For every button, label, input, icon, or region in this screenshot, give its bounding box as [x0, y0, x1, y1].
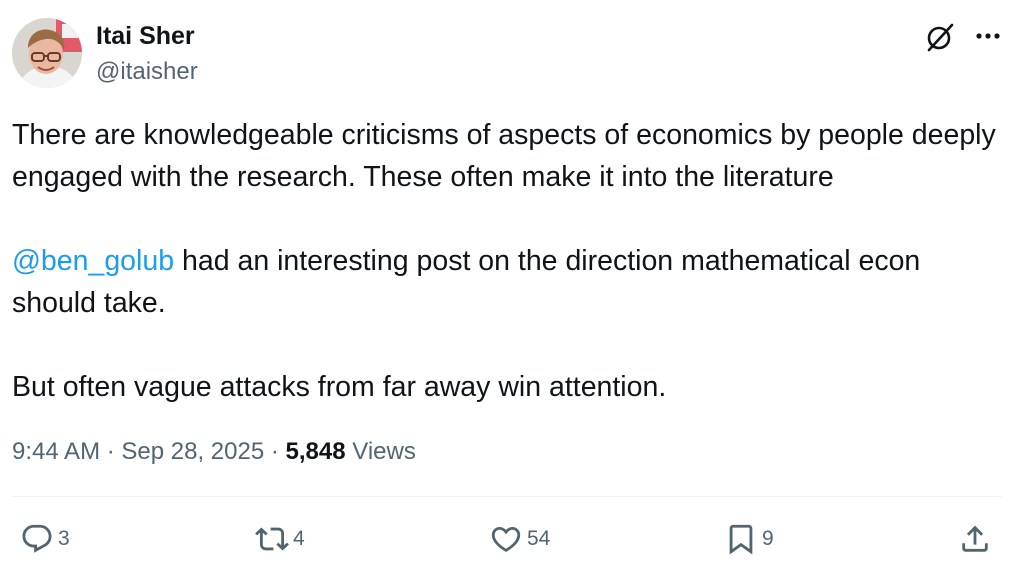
grok-icon[interactable] — [925, 22, 955, 52]
avatar-image — [12, 18, 82, 88]
repost-icon — [255, 527, 289, 551]
tweet-date[interactable]: Sep 28, 2025 — [121, 438, 264, 465]
tweet: Itai Sher @itaisher There are knowledgea… — [0, 0, 1011, 565]
tweet-paragraph-1: There are knowledgeable criticisms of as… — [12, 119, 996, 193]
like-count: 54 — [527, 527, 551, 550]
tweet-paragraph-2: @ben_golub had an interesting post on th… — [12, 240, 997, 324]
share-icon — [962, 525, 988, 552]
views-count: 5,848 — [285, 438, 346, 465]
views-label: Views — [345, 438, 416, 465]
mention-link[interactable]: @ben_golub — [12, 245, 174, 277]
meta-separator: · — [264, 438, 286, 465]
repost-button[interactable]: 4 — [255, 521, 305, 557]
avatar[interactable] — [12, 18, 82, 88]
author-handle[interactable]: @itaisher — [96, 58, 198, 86]
repost-count: 4 — [293, 527, 305, 550]
tweet-meta: 9:44 AM · Sep 28, 2025 · 5,848 Views — [12, 436, 416, 468]
tweet-time[interactable]: 9:44 AM — [12, 438, 100, 465]
reply-button[interactable]: 3 — [20, 521, 70, 557]
like-icon — [491, 526, 521, 552]
like-button[interactable]: 54 — [489, 521, 550, 557]
divider — [12, 496, 1002, 497]
reply-count: 3 — [58, 527, 70, 550]
meta-separator: · — [100, 438, 122, 465]
author-name[interactable]: Itai Sher — [96, 22, 195, 50]
tweet-paragraph-3: But often vague attacks from far away wi… — [12, 371, 667, 403]
reply-icon — [22, 524, 52, 553]
tweet-text: There are knowledgeable criticisms of as… — [12, 114, 997, 408]
bookmark-count: 9 — [762, 527, 774, 550]
more-icon[interactable] — [974, 22, 1002, 50]
bookmark-icon — [729, 524, 753, 555]
share-button[interactable] — [958, 521, 992, 557]
bookmark-button[interactable]: 9 — [724, 521, 774, 557]
